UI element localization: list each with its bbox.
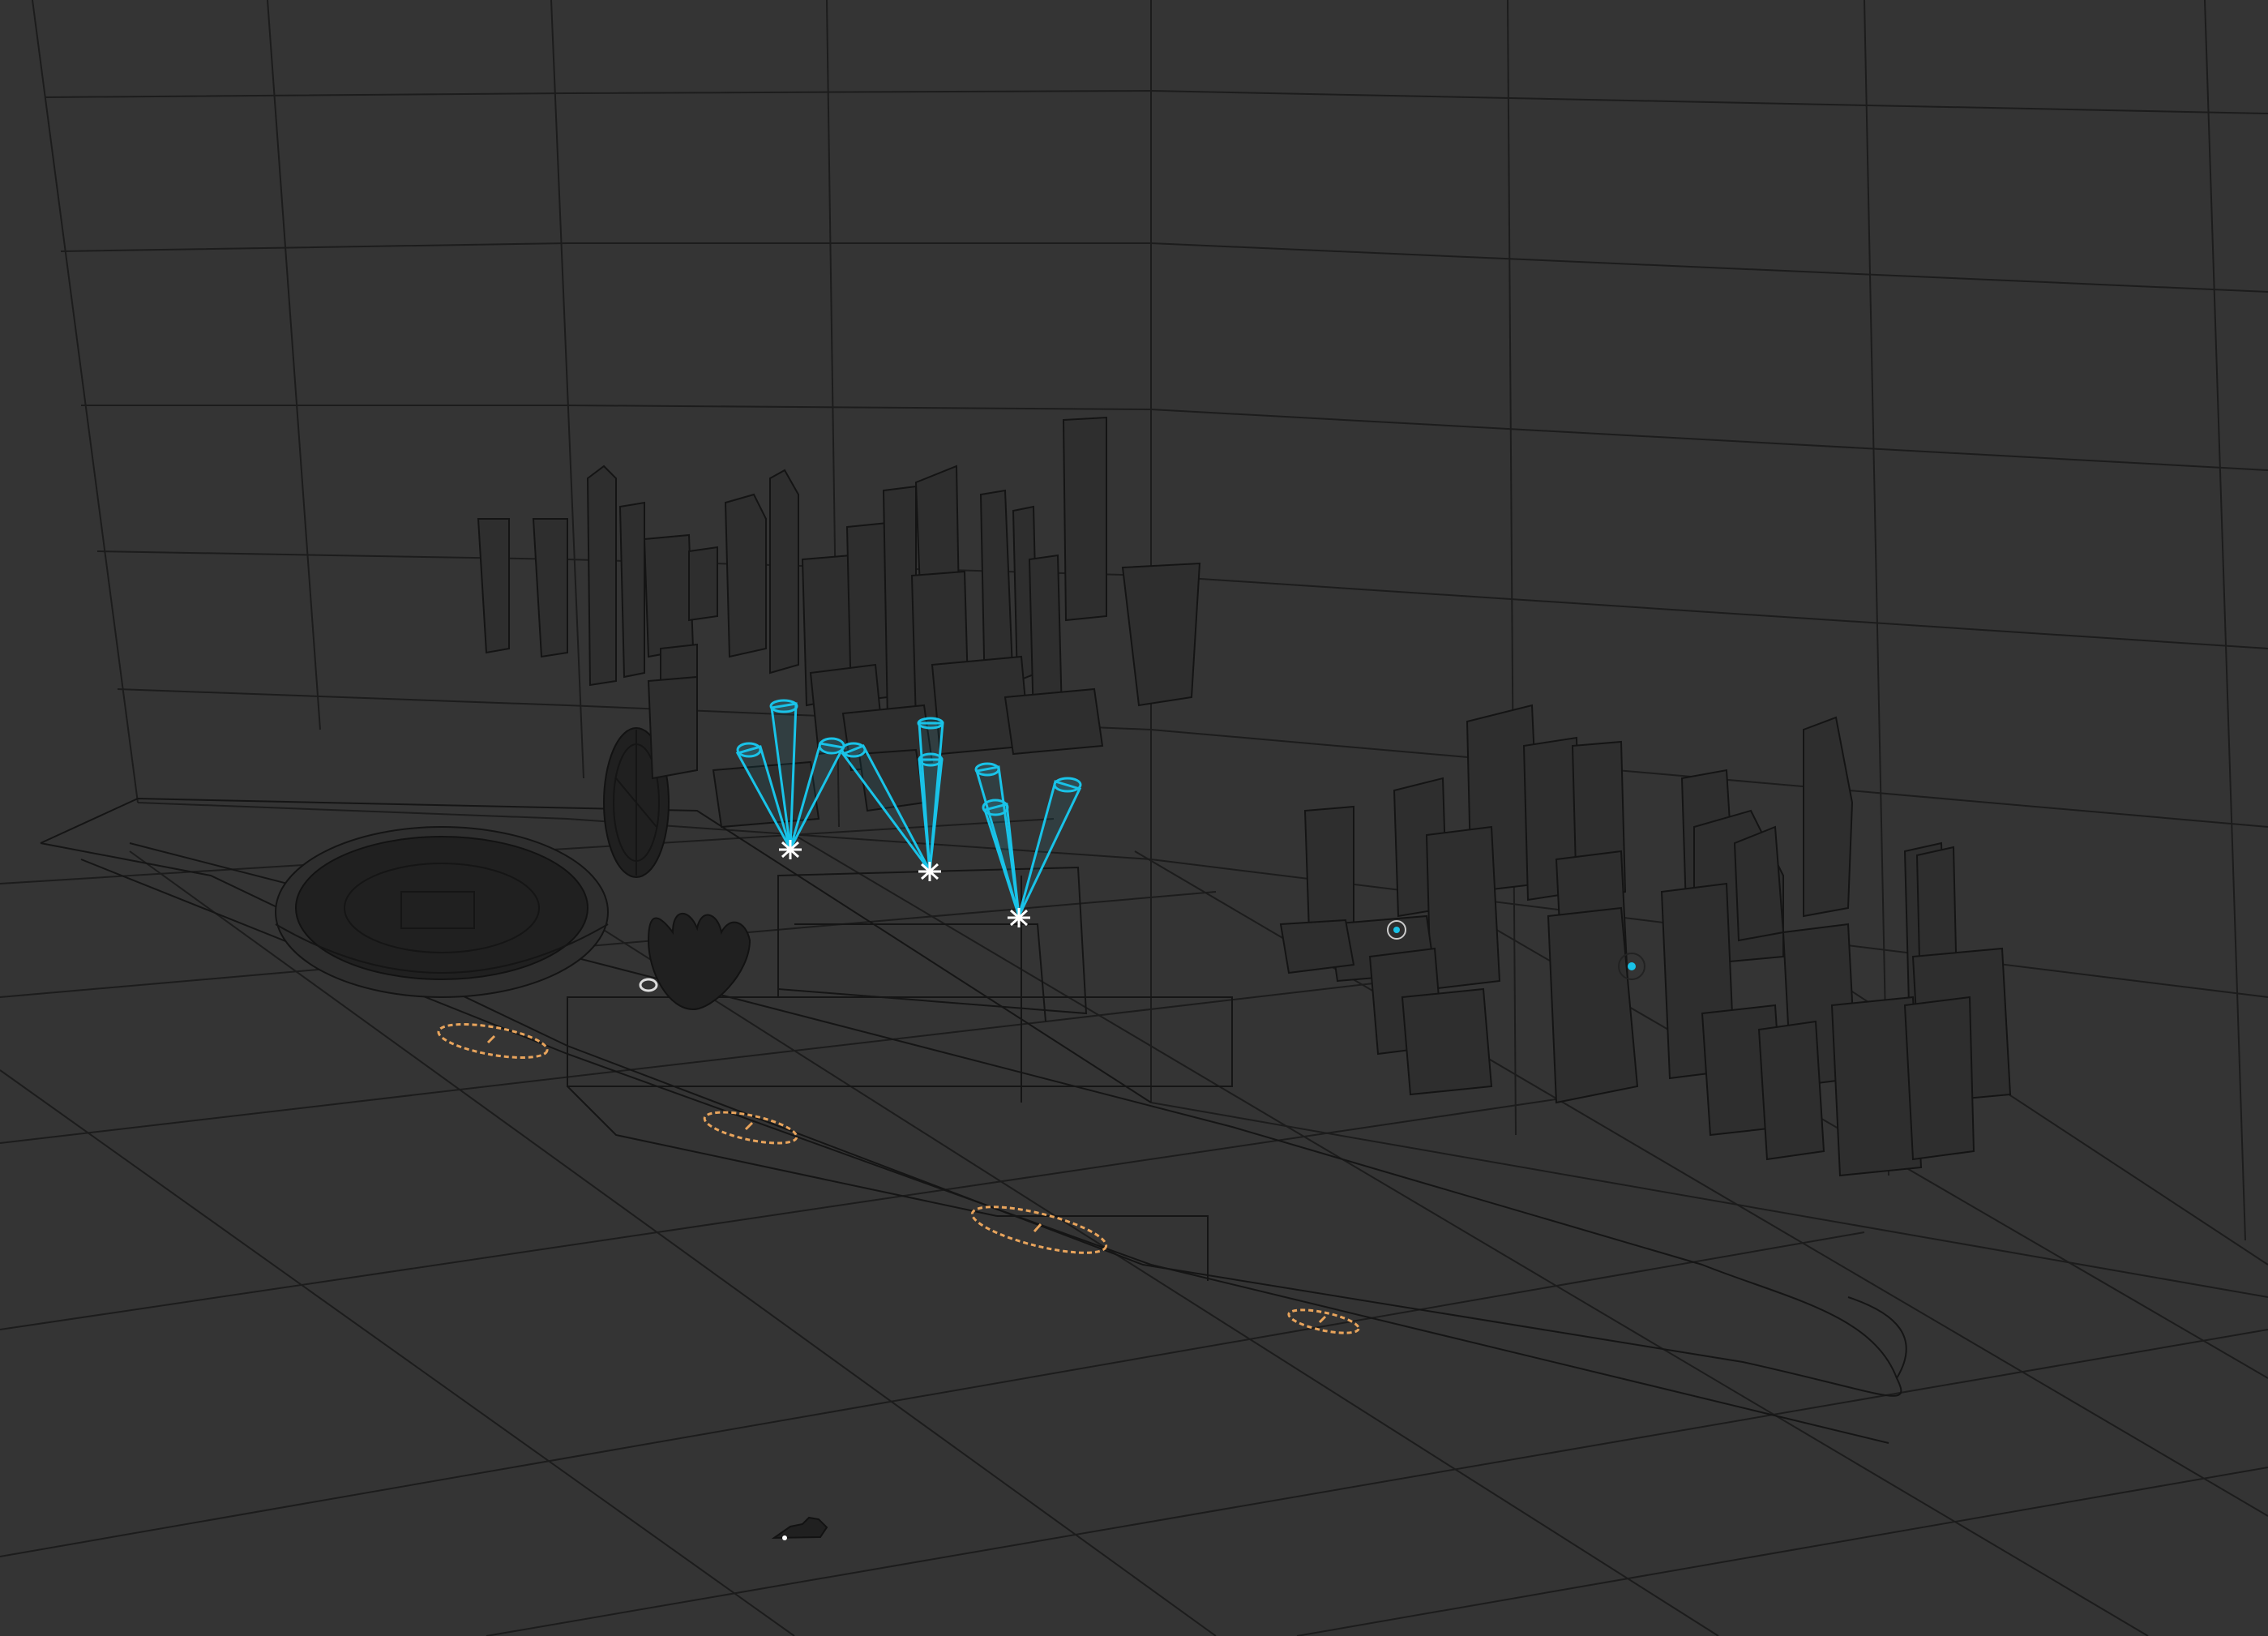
emitter-1[interactable] — [779, 840, 802, 859]
emitter-2[interactable] — [918, 862, 941, 881]
boat-model — [771, 1516, 828, 1540]
spotlight-8[interactable] — [982, 799, 1021, 917]
camera-target-3[interactable] — [969, 1197, 1110, 1262]
stadium-model — [275, 826, 609, 998]
spotlight-6[interactable] — [918, 752, 944, 872]
skyline-right — [1279, 704, 2012, 1177]
skyline-left — [477, 416, 1201, 829]
wireframe-scene[interactable] — [0, 0, 2268, 1636]
emitter-3[interactable] — [1008, 908, 1030, 927]
camera-targets[interactable] — [436, 1017, 1360, 1337]
3d-viewport[interactable] — [0, 0, 2268, 1636]
spotlight-9[interactable] — [1017, 777, 1082, 917]
spotlight-emitters[interactable] — [779, 840, 1030, 927]
lotus-building-model — [639, 912, 751, 1011]
camera-target-4[interactable] — [1287, 1305, 1361, 1338]
